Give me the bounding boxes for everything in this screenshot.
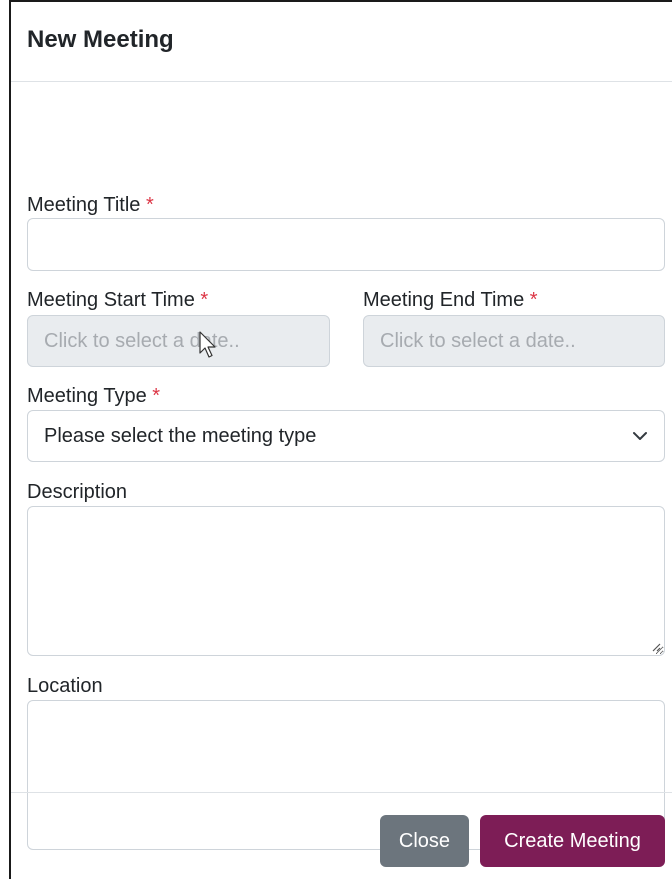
start-time-picker[interactable]: Click to select a date.. (27, 315, 330, 367)
description-textarea[interactable] (27, 506, 665, 656)
description-label-text: Description (27, 481, 128, 503)
location-label-text: Location (27, 675, 103, 697)
end-time-label-text: Meeting End Time (363, 289, 525, 311)
modal-header: New Meeting (11, 2, 672, 82)
chevron-down-icon (633, 432, 647, 440)
meeting-title-label: Meeting Title * (27, 193, 154, 217)
required-asterisk: * (145, 194, 154, 216)
meeting-type-label-text: Meeting Type (27, 385, 147, 407)
meeting-title-input[interactable] (27, 218, 665, 271)
meeting-type-selected: Please select the meeting type (44, 424, 317, 447)
start-time-label-text: Meeting Start Time (27, 289, 195, 311)
close-button[interactable]: Close (380, 815, 469, 867)
required-asterisk: * (529, 289, 538, 311)
create-meeting-button[interactable]: Create Meeting (480, 815, 665, 867)
resize-grip-icon[interactable] (651, 642, 661, 652)
meeting-title-label-text: Meeting Title (27, 194, 141, 216)
modal-title: New Meeting (27, 25, 174, 53)
end-time-label: Meeting End Time * (363, 288, 538, 312)
required-asterisk: * (152, 385, 161, 407)
description-label: Description (27, 480, 127, 504)
new-meeting-modal: New Meeting Meeting Title * Meeting Star… (9, 0, 672, 879)
required-asterisk: * (200, 289, 209, 311)
end-time-placeholder: Click to select a date.. (380, 329, 576, 352)
start-time-label: Meeting Start Time * (27, 288, 208, 312)
location-label: Location (27, 674, 103, 698)
modal-footer: Close Create Meeting (11, 792, 672, 881)
meeting-type-label: Meeting Type * (27, 384, 160, 408)
mouse-cursor-icon (199, 331, 216, 358)
meeting-type-select[interactable]: Please select the meeting type (27, 410, 665, 462)
end-time-picker[interactable]: Click to select a date.. (363, 315, 665, 367)
